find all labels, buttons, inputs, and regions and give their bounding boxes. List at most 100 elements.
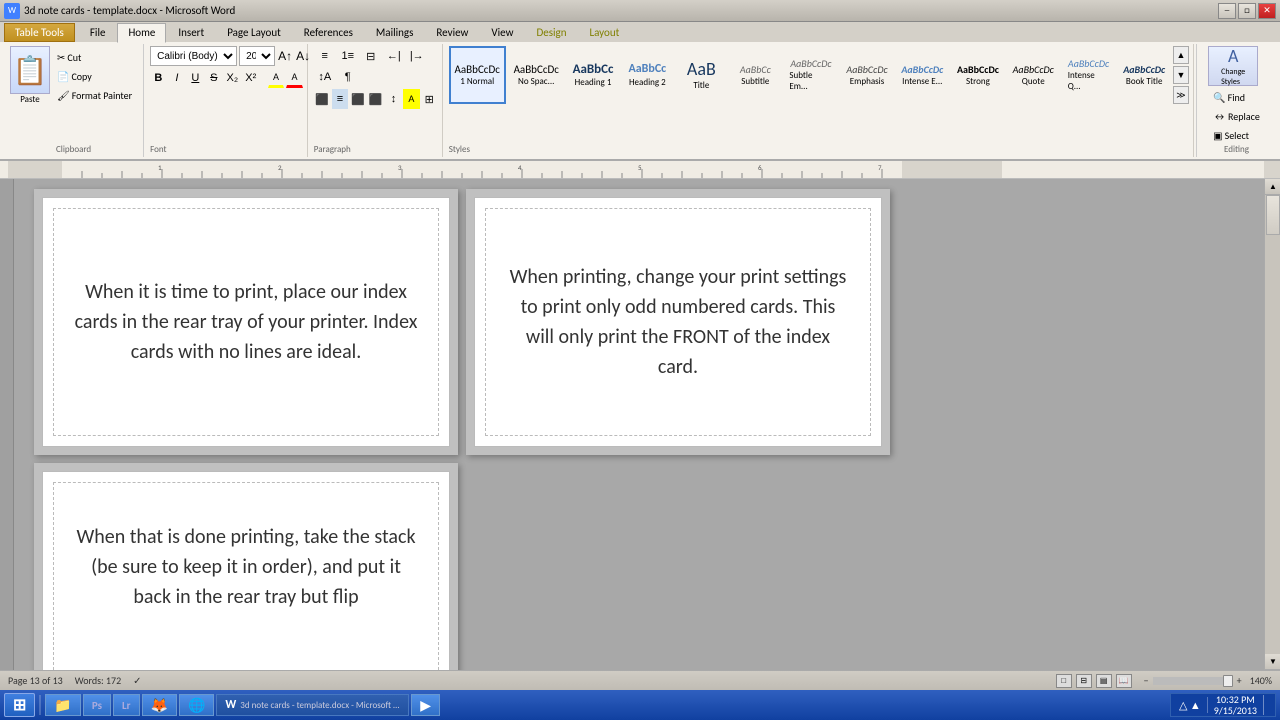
justify-button[interactable]: ⬛ xyxy=(367,89,384,109)
svg-text:1: 1 xyxy=(158,163,162,172)
index-card-1[interactable]: When it is time to print, place our inde… xyxy=(42,197,450,447)
view-print-button[interactable]: ▤ xyxy=(1096,674,1112,688)
styles-scroll-up[interactable]: ▲ xyxy=(1173,46,1189,64)
scroll-up-button[interactable]: ▲ xyxy=(1265,179,1280,195)
tab-insert[interactable]: Insert xyxy=(167,23,215,42)
view-read-button[interactable]: 📖 xyxy=(1116,674,1132,688)
change-styles-button[interactable]: A ChangeStyles xyxy=(1208,46,1258,86)
strikethrough-button[interactable]: S xyxy=(206,68,222,88)
tab-mailings[interactable]: Mailings xyxy=(365,23,425,42)
taskbar-firefox[interactable]: 🦊 xyxy=(142,694,177,716)
style-intense-quote[interactable]: AaBbCcDc Intense Q... xyxy=(1062,46,1116,104)
clock: 10:32 PM 9/15/2013 xyxy=(1214,694,1257,716)
shading-button[interactable]: A xyxy=(403,89,420,109)
multilevel-button[interactable]: ⊟ xyxy=(360,46,382,66)
editing-group-label: Editing xyxy=(1224,144,1249,155)
superscript-button[interactable]: X² xyxy=(243,68,259,88)
highlight-button[interactable]: A xyxy=(268,68,284,88)
taskbar-chrome[interactable]: 🌐 xyxy=(179,694,214,716)
taskbar-photoshop[interactable]: Ps xyxy=(83,694,111,716)
scroll-down-button[interactable]: ▼ xyxy=(1265,654,1280,670)
start-button[interactable]: ⊞ xyxy=(4,693,35,717)
style-subtitle[interactable]: AaBbCc Subtitle xyxy=(729,46,781,104)
scroll-track[interactable] xyxy=(1265,195,1280,654)
svg-text:4: 4 xyxy=(518,163,522,172)
right-scrollbar[interactable]: ▲ ▼ xyxy=(1264,179,1280,670)
maximize-button[interactable]: □ xyxy=(1238,3,1256,19)
style-subtle-emphasis[interactable]: AaBbCcDc Subtle Em... xyxy=(783,46,838,104)
tab-home[interactable]: Home xyxy=(117,23,166,43)
taskbar-word[interactable]: W 3d note cards - template.docx - Micros… xyxy=(216,694,409,716)
taskbar-vlc[interactable]: ▶ xyxy=(411,694,440,716)
taskbar-windows-explorer[interactable]: 📁 xyxy=(45,694,80,716)
bullets-button[interactable]: ≡ xyxy=(314,46,336,66)
taskbar-lightroom[interactable]: Lr xyxy=(113,694,140,716)
table-tools-tab[interactable]: Table Tools xyxy=(4,23,75,42)
view-web-button[interactable]: ⊟ xyxy=(1076,674,1092,688)
style-title[interactable]: AaB Title xyxy=(675,46,727,104)
border-button[interactable]: ⊞ xyxy=(421,89,438,109)
tab-design[interactable]: Design xyxy=(525,23,577,42)
style-quote[interactable]: AaBbCcDc Quote xyxy=(1007,46,1060,104)
sort-button[interactable]: ↕A xyxy=(314,67,336,87)
copy-button[interactable]: 📄Copy xyxy=(52,67,137,85)
style-intense-emphasis[interactable]: AaBbCcDc Intense E... xyxy=(895,46,949,104)
zoom-out-icon[interactable]: − xyxy=(1144,674,1149,687)
font-name-select[interactable]: Calibri (Body) xyxy=(150,46,237,66)
numbering-button[interactable]: 1≡ xyxy=(337,46,359,66)
view-normal-button[interactable]: □ xyxy=(1056,674,1072,688)
decrease-indent-button[interactable]: ←| xyxy=(383,46,405,66)
tab-layout[interactable]: Layout xyxy=(578,23,630,42)
font-color-button[interactable]: A xyxy=(286,68,302,88)
show-desktop-button[interactable] xyxy=(1263,695,1267,715)
page-info: Page 13 of 13 xyxy=(8,674,63,687)
increase-indent-button[interactable]: |→ xyxy=(406,46,428,66)
tab-view[interactable]: View xyxy=(480,23,524,42)
replace-button[interactable]: ↔Replace xyxy=(1208,107,1265,125)
tab-page-layout[interactable]: Page Layout xyxy=(216,23,292,42)
card-wrapper-1: When it is time to print, place our inde… xyxy=(34,189,458,455)
style-normal[interactable]: AaBbCcDc 1 Normal xyxy=(449,46,506,104)
style-heading1[interactable]: AaBbCc Heading 1 xyxy=(567,46,620,104)
increase-font-button[interactable]: A↑ xyxy=(277,46,293,66)
show-hide-button[interactable]: ¶ xyxy=(337,67,359,87)
style-strong[interactable]: AaBbCcDc Strong xyxy=(951,46,1005,104)
index-card-3[interactable]: When that is done printing, take the sta… xyxy=(42,471,450,670)
style-no-spacing[interactable]: AaBbCcDc No Spac... xyxy=(508,46,565,104)
spell-check-icon[interactable]: ✓ xyxy=(133,674,141,687)
select-button[interactable]: ▣Select xyxy=(1208,126,1265,144)
align-center-button[interactable]: ≡ xyxy=(332,89,349,109)
style-heading2[interactable]: AaBbCc Heading 2 xyxy=(621,46,673,104)
format-painter-button[interactable]: 🖌Format Painter xyxy=(52,86,137,104)
paste-button[interactable]: 📋 Paste xyxy=(10,46,50,142)
italic-button[interactable]: I xyxy=(169,68,185,88)
close-button[interactable]: ✕ xyxy=(1258,3,1276,19)
tray-icons[interactable]: △ ▲ xyxy=(1179,699,1201,712)
zoom-handle[interactable] xyxy=(1223,675,1233,687)
scroll-thumb[interactable] xyxy=(1266,195,1280,235)
bold-button[interactable]: B xyxy=(150,68,166,88)
align-right-button[interactable]: ⬛ xyxy=(349,89,366,109)
zoom-in-icon[interactable]: + xyxy=(1237,674,1242,687)
font-size-select[interactable]: 20 xyxy=(239,46,275,66)
index-card-2[interactable]: When printing, change your print setting… xyxy=(474,197,882,447)
cut-button[interactable]: ✂Cut xyxy=(52,48,137,66)
document-area[interactable]: When it is time to print, place our inde… xyxy=(14,179,1264,670)
status-bar-left: Page 13 of 13 Words: 172 ✓ xyxy=(8,674,142,687)
styles-expand[interactable]: ≫ xyxy=(1173,86,1189,104)
underline-button[interactable]: U xyxy=(187,68,203,88)
style-emphasis[interactable]: AaBbCcDc Emphasis xyxy=(841,46,894,104)
zoom-slider[interactable] xyxy=(1153,677,1233,685)
align-left-button[interactable]: ⬛ xyxy=(314,89,331,109)
style-book-title[interactable]: AaBbCcDc Book Title xyxy=(1117,46,1171,104)
find-button[interactable]: 🔍Find xyxy=(1208,88,1265,106)
line-spacing-button[interactable]: ↕ xyxy=(385,89,402,109)
minimize-button[interactable]: ─ xyxy=(1218,3,1236,19)
tab-file[interactable]: File xyxy=(79,23,117,42)
tab-review[interactable]: Review xyxy=(425,23,479,42)
title-bar-buttons[interactable]: ─ □ ✕ xyxy=(1218,3,1276,19)
subscript-button[interactable]: X₂ xyxy=(224,68,240,88)
decrease-font-button[interactable]: A↓ xyxy=(295,46,311,66)
styles-scroll-down[interactable]: ▼ xyxy=(1173,66,1189,84)
tab-references[interactable]: References xyxy=(293,23,364,42)
